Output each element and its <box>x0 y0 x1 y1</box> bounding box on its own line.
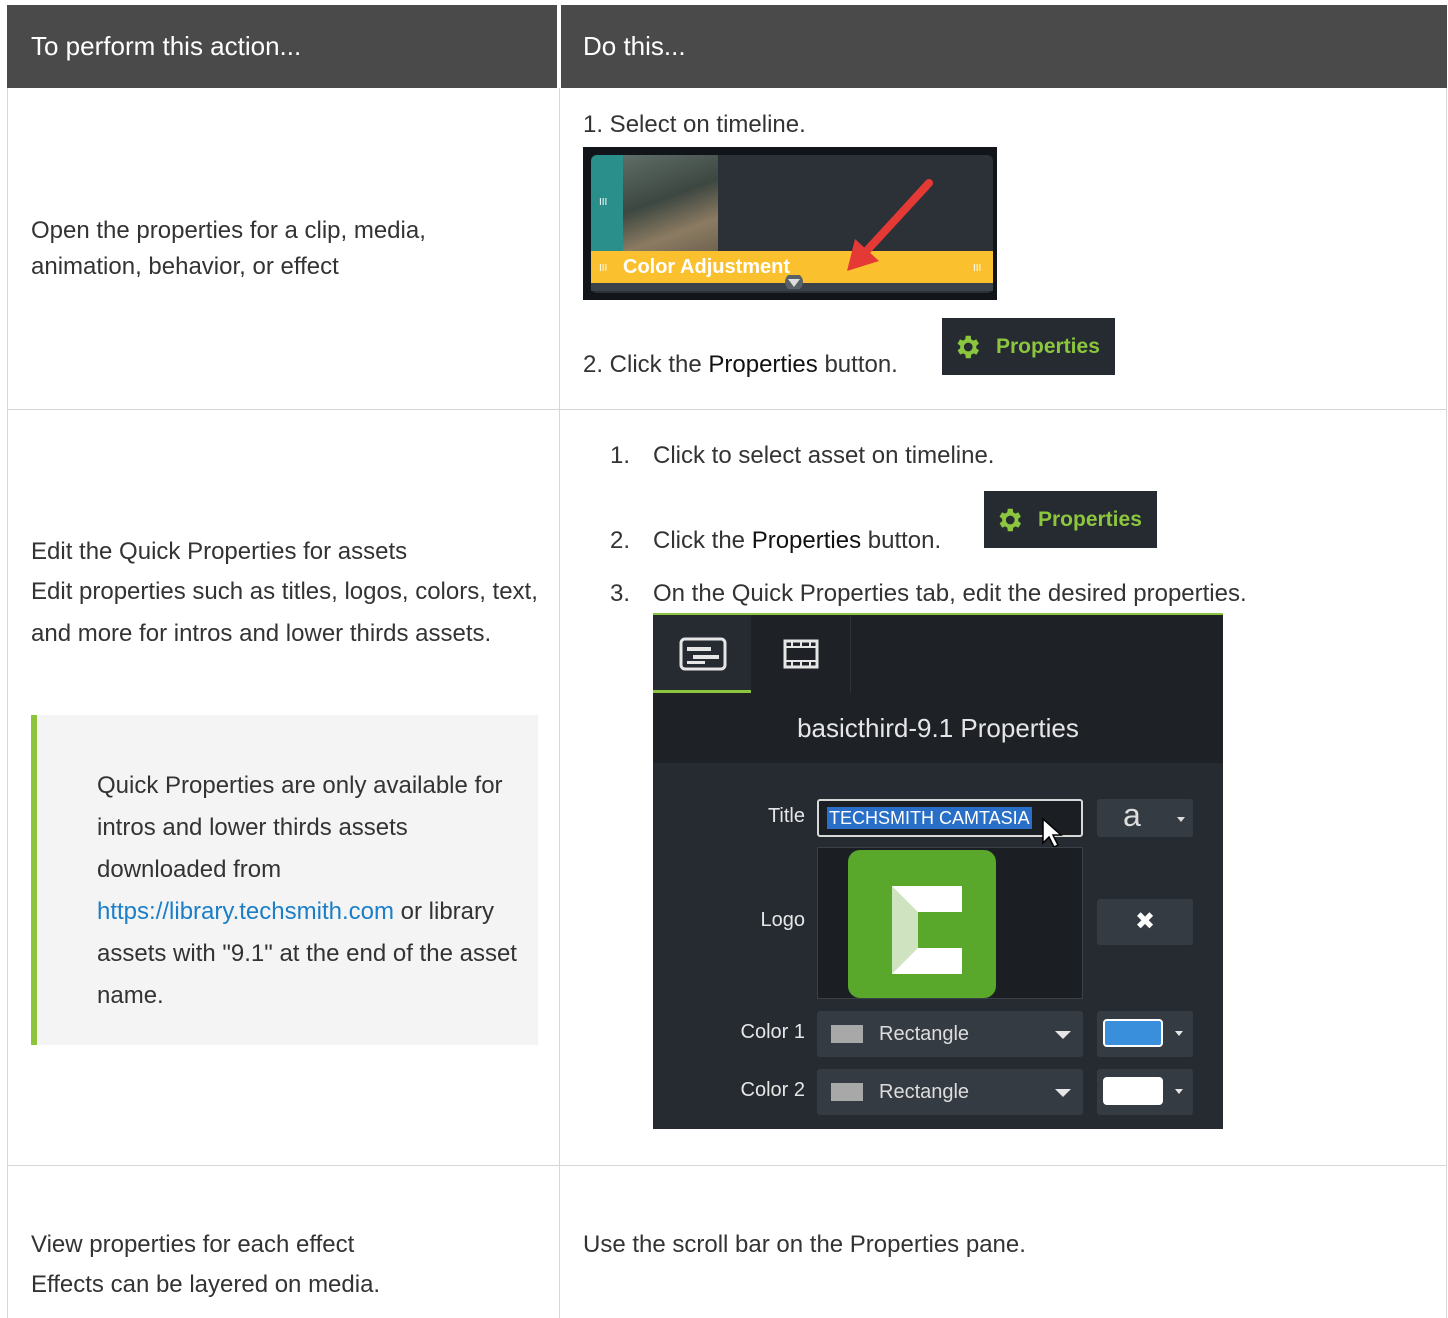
step2-suffix: button. <box>861 527 942 554</box>
clip-thumbnail <box>623 155 718 251</box>
gear-icon <box>957 335 979 358</box>
shape-swatch-icon <box>831 1083 863 1101</box>
color2-label: Color 2 <box>740 1079 805 1101</box>
panel-title: basicthird-9.1 Properties <box>653 693 1223 763</box>
color2-shape: Rectangle <box>879 1081 970 1103</box>
font-dropdown[interactable]: a <box>1097 797 1193 837</box>
tab-quick-properties[interactable] <box>653 615 751 693</box>
row3-instruction: Use the scroll bar on the Properties pan… <box>583 1231 1026 1258</box>
table-border-right <box>1446 88 1447 1318</box>
color1-shape-dropdown[interactable]: Rectangle <box>817 1011 1083 1057</box>
chevron-down-icon <box>1055 1031 1071 1039</box>
table-border-left <box>7 88 8 1318</box>
tab-visual-properties[interactable] <box>751 615 851 693</box>
row-divider <box>7 409 1447 410</box>
step2-prefix: Click the <box>653 527 752 554</box>
quick-properties-panel: basicthird-9.1 Properties Title TECHSMIT… <box>653 613 1223 1129</box>
title-value: TECHSMITH CAMTASIA <box>827 807 1032 829</box>
row1-step1: 1. Select on timeline. <box>583 111 806 138</box>
film-icon <box>783 639 819 669</box>
header-action-column: To perform this action... <box>7 5 559 88</box>
row2-step2-text: Click the Properties button. <box>653 520 941 561</box>
row2-step3-num: 3. <box>610 580 631 607</box>
properties-button-label: Properties <box>1038 507 1142 531</box>
color1-label: Color 1 <box>740 1021 805 1043</box>
library-link[interactable]: https://library.techsmith.com <box>97 898 394 925</box>
color2-swatch <box>1103 1077 1163 1105</box>
dropdown-arrow-icon <box>785 275 803 289</box>
color2-shape-dropdown[interactable]: Rectangle <box>817 1069 1083 1115</box>
font-glyph: a <box>1123 797 1141 833</box>
properties-table: To perform this action... Do this... Ope… <box>7 5 1447 1318</box>
color1-shape: Rectangle <box>879 1023 970 1045</box>
properties-button[interactable]: Properties <box>942 318 1115 375</box>
note-callout: Quick Properties are only available for … <box>31 715 538 1045</box>
effect-grip-left: III <box>599 263 608 274</box>
cursor-icon <box>1042 817 1063 849</box>
shape-swatch-icon <box>831 1025 863 1043</box>
row1-action: Open the properties for a clip, media, a… <box>31 217 426 280</box>
logo-preview[interactable] <box>817 847 1083 999</box>
row2-step1-text: Click to select asset on timeline. <box>653 442 995 469</box>
note-text-start: Quick Properties are only available for … <box>97 772 503 883</box>
header-instruction-column: Do this... <box>561 5 1447 88</box>
step2-bold: Properties <box>751 527 862 554</box>
gear-icon <box>999 508 1021 531</box>
row2-step3-text: On the Quick Properties tab, edit the de… <box>653 580 1247 607</box>
step2-prefix: 2. Click the <box>583 351 709 378</box>
effect-grip-right: III <box>973 263 982 274</box>
row2-action-title: Edit the Quick Properties for assets <box>31 538 408 565</box>
chevron-down-icon <box>1055 1089 1071 1097</box>
row2-action-desc: Edit properties such as titles, logos, c… <box>31 578 538 647</box>
column-divider <box>559 88 560 1318</box>
note-text: Quick Properties are only available for … <box>97 765 517 1017</box>
title-label: Title <box>767 805 805 827</box>
row1-step2: 2. Click the Properties button. <box>583 347 898 383</box>
properties-button[interactable]: Properties <box>984 491 1157 548</box>
step2-bold: Properties <box>708 351 818 378</box>
color1-swatch <box>1103 1019 1163 1047</box>
row2-step2-num: 2. <box>610 527 631 554</box>
row-divider <box>7 1165 1447 1166</box>
chevron-down-icon <box>1177 817 1185 822</box>
color2-picker[interactable] <box>1097 1069 1193 1115</box>
camtasia-logo-icon <box>848 850 996 998</box>
logo-label: Logo <box>760 909 806 931</box>
effect-label: Color Adjustment <box>623 256 791 278</box>
row3-action-desc: Effects can be layered on media. <box>31 1271 381 1298</box>
chevron-down-icon <box>1175 1089 1183 1094</box>
panel-tab-bar <box>653 615 1223 693</box>
quick-properties-icon <box>679 637 727 671</box>
row3-action-title: View properties for each effect <box>31 1231 355 1258</box>
red-arrow-icon <box>847 179 933 271</box>
remove-logo-button[interactable]: ✖ <box>1097 899 1193 945</box>
color1-picker[interactable] <box>1097 1011 1193 1057</box>
properties-button-label: Properties <box>996 334 1100 358</box>
step2-suffix: button. <box>817 351 898 378</box>
row2-step1-num: 1. <box>610 442 631 469</box>
chevron-down-icon <box>1175 1031 1183 1036</box>
clip-handle: III <box>591 155 623 251</box>
timeline-screenshot: III Color Adjustment III III <box>583 147 997 300</box>
